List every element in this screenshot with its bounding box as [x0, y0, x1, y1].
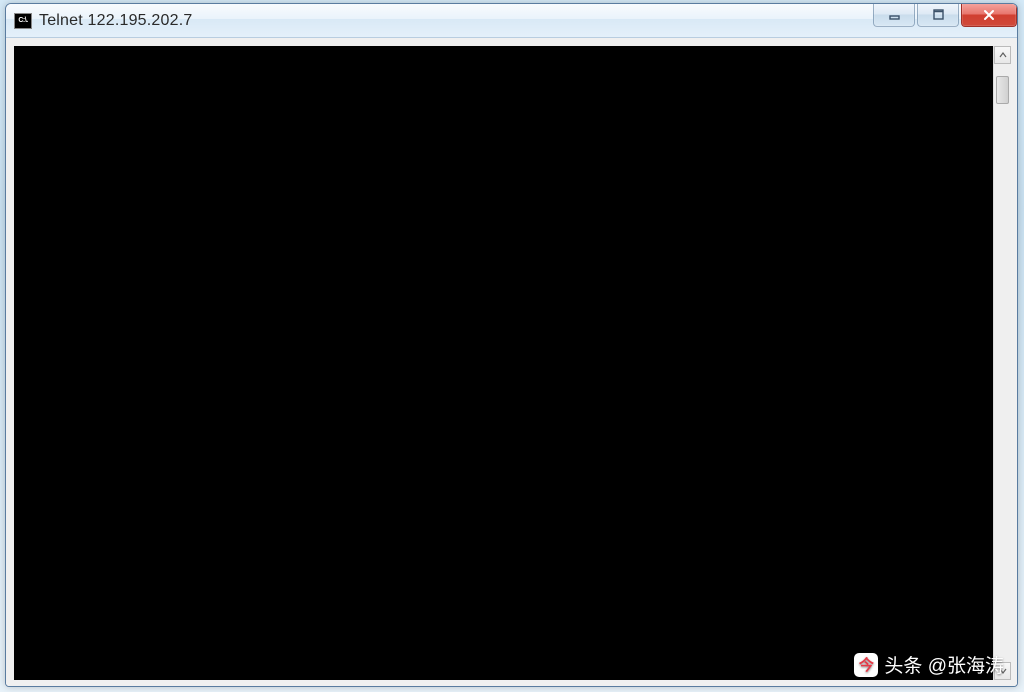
scroll-track[interactable]	[994, 64, 1011, 662]
maximize-button[interactable]	[917, 3, 959, 27]
close-icon	[982, 8, 996, 22]
client-area	[6, 38, 1017, 686]
app-icon: C:\.	[14, 13, 32, 29]
scroll-thumb[interactable]	[996, 76, 1009, 104]
terminal-output[interactable]	[14, 46, 993, 680]
scroll-up-button[interactable]	[994, 46, 1011, 64]
window-controls	[873, 3, 1017, 27]
chevron-up-icon	[999, 52, 1007, 58]
watermark-text: 头条 @张海涛	[884, 651, 1004, 678]
close-button[interactable]	[961, 3, 1017, 27]
maximize-icon	[932, 8, 945, 21]
titlebar[interactable]: C:\. Telnet 122.195.202.7	[6, 4, 1017, 38]
watermark-logo-icon: 今	[854, 653, 878, 677]
telnet-window: C:\. Telnet 122.195.202.7	[5, 3, 1018, 687]
vertical-scrollbar[interactable]	[993, 46, 1011, 680]
watermark: 今 头条 @张海涛	[854, 651, 1004, 678]
window-title: Telnet 122.195.202.7	[39, 12, 192, 30]
minimize-button[interactable]	[873, 3, 915, 27]
app-icon-text: C:\.	[18, 17, 27, 24]
minimize-icon	[888, 8, 901, 21]
